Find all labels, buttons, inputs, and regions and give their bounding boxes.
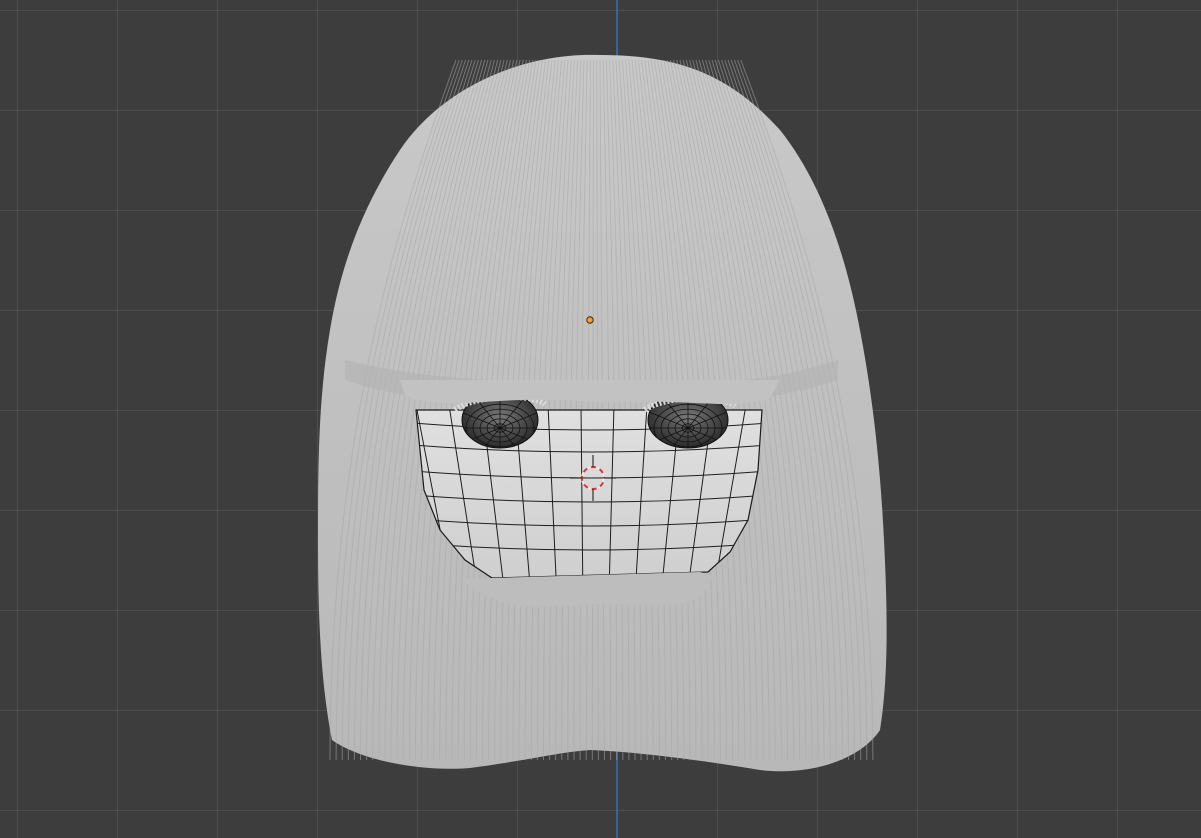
object-origin-icon[interactable] — [586, 316, 594, 324]
hair-bangs-front — [400, 380, 780, 405]
viewport-canvas[interactable] — [0, 0, 1201, 838]
3d-viewport[interactable] — [0, 0, 1201, 838]
